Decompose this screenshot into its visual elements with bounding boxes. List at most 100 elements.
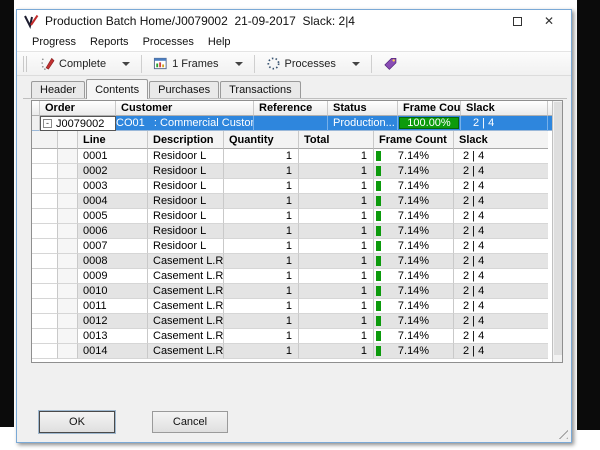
- line-cell: 0005: [78, 209, 148, 224]
- quantity-cell: 1: [224, 239, 299, 254]
- line-row[interactable]: 0005 Residoor L 1 1 7.14% 2 | 4: [32, 209, 554, 224]
- frame-count-bar: [376, 316, 381, 326]
- line-indicator: [58, 329, 78, 344]
- column-header-frame-count[interactable]: Frame Coun...: [398, 101, 461, 116]
- column-header-quantity[interactable]: Quantity: [224, 131, 299, 149]
- line-row[interactable]: 0007 Residoor L 1 1 7.14% 2 | 4: [32, 239, 554, 254]
- line-indicator: [58, 224, 78, 239]
- description-cell: Casement L.R: [148, 284, 224, 299]
- slack-cell: 2 | 4: [454, 194, 548, 209]
- frames-dropdown[interactable]: 1 Frames: [148, 54, 247, 74]
- menu-help[interactable]: Help: [201, 34, 238, 50]
- cancel-button[interactable]: Cancel: [152, 411, 228, 433]
- chevron-down-icon: [235, 62, 243, 66]
- tab-transactions[interactable]: Transactions: [220, 81, 301, 98]
- line-row[interactable]: 0012 Casement L.R 1 1 7.14% 2 | 4: [32, 314, 554, 329]
- title-bar[interactable]: Production Batch Home/J0079002 21-09-201…: [17, 10, 571, 32]
- ok-button[interactable]: OK: [39, 411, 115, 433]
- line-row[interactable]: 0010 Casement L.R 1 1 7.14% 2 | 4: [32, 284, 554, 299]
- frame-count-value: 7.14%: [398, 180, 429, 192]
- line-row[interactable]: 0009 Casement L.R 1 1 7.14% 2 | 4: [32, 269, 554, 284]
- slack-cell: 2 | 4: [461, 116, 548, 131]
- toolbar-grip[interactable]: [23, 56, 27, 72]
- line-indicator: [58, 254, 78, 269]
- line-row[interactable]: 0003 Residoor L 1 1 7.14% 2 | 4: [32, 179, 554, 194]
- frame-count-value: 7.14%: [398, 195, 429, 207]
- chevron-down-icon: [122, 62, 130, 66]
- line-row[interactable]: 0002 Residoor L 1 1 7.14% 2 | 4: [32, 164, 554, 179]
- column-header-line[interactable]: Line: [78, 131, 148, 149]
- status-cell: Production ...: [328, 116, 398, 131]
- tab-contents[interactable]: Contents: [86, 79, 148, 99]
- frame-count-cell: 7.14%: [374, 209, 454, 224]
- tab-header[interactable]: Header: [31, 81, 85, 98]
- quantity-cell: 1: [224, 224, 299, 239]
- window-controls: ✕: [501, 10, 565, 32]
- maximize-icon: [513, 17, 522, 26]
- line-row[interactable]: 0006 Residoor L 1 1 7.14% 2 | 4: [32, 224, 554, 239]
- menu-reports[interactable]: Reports: [83, 34, 136, 50]
- total-cell: 1: [299, 299, 374, 314]
- vertical-scrollbar[interactable]: [552, 101, 562, 362]
- batch-row[interactable]: - J0079002 CO01 : Commercial Customer ..…: [32, 116, 554, 131]
- maximize-button[interactable]: [501, 10, 533, 32]
- status-value: Production: [333, 117, 386, 129]
- slack-cell: 2 | 4: [454, 179, 548, 194]
- processes-dropdown[interactable]: Processes: [261, 54, 365, 74]
- scrollbar-thumb[interactable]: [554, 102, 562, 355]
- total-cell: 1: [299, 254, 374, 269]
- quantity-cell: 1: [224, 149, 299, 164]
- window-title: Production Batch Home/J0079002 21-09-201…: [45, 14, 355, 28]
- order-cell: - J0079002: [40, 116, 116, 131]
- frame-count-value: 7.14%: [398, 330, 429, 342]
- column-header-line-slack[interactable]: Slack: [454, 131, 548, 149]
- description-cell: Casement L.R: [148, 254, 224, 269]
- frame-count-value: 7.14%: [398, 210, 429, 222]
- frame-count-bar: [376, 331, 381, 341]
- line-cell: 0014: [78, 344, 148, 359]
- total-cell: 1: [299, 344, 374, 359]
- column-header-description[interactable]: Description: [148, 131, 224, 149]
- column-header-status[interactable]: Status: [328, 101, 398, 116]
- menu-progress[interactable]: Progress: [25, 34, 83, 50]
- line-indent: [32, 299, 58, 314]
- quantity-cell: 1: [224, 179, 299, 194]
- close-button[interactable]: ✕: [533, 10, 565, 32]
- menu-processes[interactable]: Processes: [136, 34, 201, 50]
- line-indicator: [58, 179, 78, 194]
- description-cell: Residoor L: [148, 179, 224, 194]
- line-row[interactable]: 0011 Casement L.R 1 1 7.14% 2 | 4: [32, 299, 554, 314]
- line-indent: [32, 254, 58, 269]
- line-row[interactable]: 0013 Casement L.R 1 1 7.14% 2 | 4: [32, 329, 554, 344]
- tab-purchases[interactable]: Purchases: [149, 81, 219, 98]
- resize-grip[interactable]: [555, 426, 568, 439]
- frame-count-cell: 7.14%: [374, 239, 454, 254]
- column-header-line-frame-count[interactable]: Frame Count: [374, 131, 454, 149]
- column-header-reference[interactable]: Reference: [254, 101, 328, 116]
- tag-button[interactable]: [378, 54, 407, 74]
- complete-dropdown[interactable]: Complete: [35, 54, 135, 74]
- line-row[interactable]: 0008 Casement L.R 1 1 7.14% 2 | 4: [32, 254, 554, 269]
- frame-count-value: 7.14%: [398, 315, 429, 327]
- description-cell: Residoor L: [148, 164, 224, 179]
- collapse-expander[interactable]: -: [43, 119, 52, 128]
- line-row[interactable]: 0001 Residoor L 1 1 7.14% 2 | 4: [32, 149, 554, 164]
- close-icon: ✕: [544, 14, 554, 28]
- line-header-row: Line Description Quantity Total Frame Co…: [32, 131, 554, 149]
- grid-header-row: Order Customer Reference Status Frame Co…: [32, 101, 554, 116]
- column-header-slack[interactable]: Slack: [461, 101, 548, 116]
- column-header-total[interactable]: Total: [299, 131, 374, 149]
- line-indent: [32, 314, 58, 329]
- toolbar-separator: [371, 55, 372, 73]
- line-row[interactable]: 0014 Casement L.R 1 1 7.14% 2 | 4: [32, 344, 554, 359]
- column-header-customer[interactable]: Customer: [116, 101, 254, 116]
- frame-count-cell: 7.14%: [374, 254, 454, 269]
- line-indicator: [58, 164, 78, 179]
- line-indicator: [58, 284, 78, 299]
- description-cell: Residoor L: [148, 194, 224, 209]
- column-header-order[interactable]: Order: [40, 101, 116, 116]
- line-row[interactable]: 0004 Residoor L 1 1 7.14% 2 | 4: [32, 194, 554, 209]
- toolbar: Complete 1 Frames: [17, 51, 571, 76]
- total-cell: 1: [299, 149, 374, 164]
- frame-count-cell: 7.14%: [374, 329, 454, 344]
